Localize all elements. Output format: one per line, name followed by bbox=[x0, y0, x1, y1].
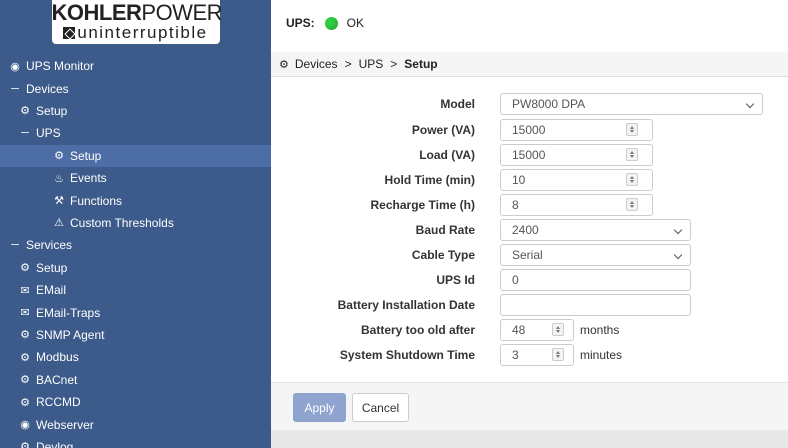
gear-icon: ⚙ bbox=[20, 374, 30, 387]
form-row-battery-too-old: Battery too old after 48 months bbox=[271, 319, 788, 341]
form-footer: Apply Cancel bbox=[271, 382, 788, 430]
sidebar-item-devlog[interactable]: ⚙ Devlog bbox=[0, 436, 271, 448]
cancel-button[interactable]: Cancel bbox=[352, 393, 409, 422]
ups-id-input[interactable]: 0 bbox=[500, 269, 691, 291]
load-spinner-icon[interactable] bbox=[626, 148, 638, 161]
gear-icon: ⚙ bbox=[279, 58, 289, 71]
form-row-model: Model PW8000 DPA bbox=[271, 93, 788, 115]
battery-install-date-label: Battery Installation Date bbox=[337, 298, 475, 312]
status-header: UPS: OK bbox=[271, 0, 788, 46]
breadcrumb-devices[interactable]: Devices bbox=[295, 57, 338, 71]
ups-status-text: OK bbox=[346, 16, 365, 30]
shutdown-time-spinner-icon[interactable] bbox=[552, 348, 564, 361]
sidebar-item-custom-thresholds[interactable]: ⚠ Custom Thresholds bbox=[0, 212, 271, 234]
shutdown-time-unit: minutes bbox=[580, 348, 623, 362]
recharge-time-spinner-icon[interactable] bbox=[626, 198, 638, 211]
form-row-cable-type: Cable Type Serial bbox=[271, 244, 788, 266]
wrench-icon: ⚒ bbox=[54, 195, 64, 208]
form-row-hold-time: Hold Time (min) 10 bbox=[271, 169, 788, 191]
gears-icon: ⚙ bbox=[20, 262, 30, 275]
model-label: Model bbox=[440, 97, 475, 111]
minus-icon: ─ bbox=[21, 127, 29, 140]
form-row-load: Load (VA) 15000 bbox=[271, 144, 788, 166]
form-row-recharge-time: Recharge Time (h) 8 bbox=[271, 194, 788, 216]
sidebar-item-rccmd[interactable]: ⚙ RCCMD bbox=[0, 391, 271, 413]
sidebar-item-events[interactable]: ♨ Events bbox=[0, 167, 271, 189]
breadcrumb-current: Setup bbox=[404, 57, 438, 71]
logo-brand-light: POWER bbox=[141, 0, 223, 25]
baud-rate-label: Baud Rate bbox=[415, 223, 475, 237]
hold-time-spinner-icon[interactable] bbox=[626, 173, 638, 186]
battery-too-old-unit: months bbox=[580, 323, 620, 337]
sidebar-item-services-setup[interactable]: ⚙ Setup bbox=[0, 257, 271, 279]
cable-type-label: Cable Type bbox=[411, 248, 475, 262]
status-ok-icon bbox=[324, 16, 338, 30]
power-label: Power (VA) bbox=[411, 123, 475, 137]
bell-icon: ♨ bbox=[54, 172, 64, 185]
sidebar-item-webserver[interactable]: ◉ Webserver bbox=[0, 413, 271, 435]
model-select[interactable]: PW8000 DPA bbox=[500, 93, 763, 115]
battery-too-old-spinner-icon[interactable] bbox=[552, 323, 564, 336]
warning-icon: ⚠ bbox=[54, 217, 64, 230]
sidebar-item-services[interactable]: ─ Services bbox=[0, 234, 271, 256]
gears-icon: ⚙ bbox=[20, 105, 30, 118]
envelope-icon: ✉ bbox=[20, 284, 30, 297]
form-row-baud-rate: Baud Rate 2400 bbox=[271, 219, 788, 241]
minus-icon: ─ bbox=[11, 239, 19, 252]
battery-too-old-label: Battery too old after bbox=[360, 323, 475, 337]
sidebar-item-devices-setup[interactable]: ⚙ Setup bbox=[0, 100, 271, 122]
logo-tagline-row: uninterruptible bbox=[52, 24, 220, 42]
recharge-time-label: Recharge Time (h) bbox=[370, 198, 475, 212]
gears-icon: ⚙ bbox=[20, 441, 30, 448]
gear-icon: ⚙ bbox=[54, 150, 64, 163]
sidebar-item-email[interactable]: ✉ EMail bbox=[0, 279, 271, 301]
form-row-ups-id: UPS Id 0 bbox=[271, 269, 788, 291]
power-spinner-icon[interactable] bbox=[626, 123, 638, 136]
sidebar-item-modbus[interactable]: ⚙ Modbus bbox=[0, 346, 271, 368]
cable-type-select[interactable]: Serial bbox=[500, 244, 691, 266]
logo-tagline: uninterruptible bbox=[77, 23, 208, 42]
sidebar-item-ups-monitor[interactable]: ◉ UPS Monitor bbox=[0, 55, 271, 77]
sidebar-item-devices[interactable]: ─ Devices bbox=[0, 77, 271, 99]
baud-rate-select[interactable]: 2400 bbox=[500, 219, 691, 241]
dashboard-icon: ◉ bbox=[10, 60, 20, 73]
sidebar-item-functions[interactable]: ⚒ Functions bbox=[0, 189, 271, 211]
shutdown-time-label: System Shutdown Time bbox=[339, 348, 475, 362]
hold-time-label: Hold Time (min) bbox=[384, 173, 475, 187]
kohler-logo: KOHLERPOWER uninterruptible bbox=[51, 0, 223, 44]
logo-area: KOHLERPOWER uninterruptible bbox=[0, 0, 271, 46]
gear-icon: ⚙ bbox=[20, 396, 30, 409]
logo-brand-bold: KOHLER bbox=[51, 0, 142, 25]
gear-icon: ⚙ bbox=[20, 351, 30, 364]
battery-install-date-input[interactable] bbox=[500, 294, 691, 316]
sidebar-item-ups-setup[interactable]: ⚙ Setup bbox=[0, 144, 271, 167]
form-row-battery-install-date: Battery Installation Date bbox=[271, 294, 788, 316]
logo-brand: KOHLERPOWER bbox=[51, 0, 223, 25]
sidebar: KOHLERPOWER uninterruptible ◉ UPS Monitor… bbox=[0, 0, 271, 448]
sidebar-item-email-traps[interactable]: ✉ EMail-Traps bbox=[0, 301, 271, 323]
apply-button[interactable]: Apply bbox=[293, 393, 346, 422]
gear-icon: ⚙ bbox=[20, 329, 30, 342]
breadcrumb-ups[interactable]: UPS bbox=[359, 57, 384, 71]
breadcrumb-separator: > bbox=[344, 57, 352, 71]
form-row-shutdown-time: System Shutdown Time 3 minutes bbox=[271, 344, 788, 366]
envelope-icon: ✉ bbox=[20, 307, 30, 320]
breadcrumb: ⚙ Devices > UPS > Setup bbox=[271, 52, 788, 77]
logo-mark-icon bbox=[63, 27, 76, 39]
ups-label: UPS: bbox=[286, 16, 315, 30]
sidebar-item-ups[interactable]: ─ UPS bbox=[0, 122, 271, 144]
ups-id-label: UPS Id bbox=[436, 273, 475, 287]
form-row-power: Power (VA) 15000 bbox=[271, 119, 788, 141]
load-label: Load (VA) bbox=[419, 148, 475, 162]
minus-icon: ─ bbox=[11, 82, 19, 95]
sidebar-item-bacnet[interactable]: ⚙ BACnet bbox=[0, 369, 271, 391]
sidebar-item-snmp-agent[interactable]: ⚙ SNMP Agent bbox=[0, 324, 271, 346]
globe-icon: ◉ bbox=[20, 419, 30, 432]
breadcrumb-separator: > bbox=[390, 57, 398, 71]
bottom-strip bbox=[271, 430, 788, 448]
